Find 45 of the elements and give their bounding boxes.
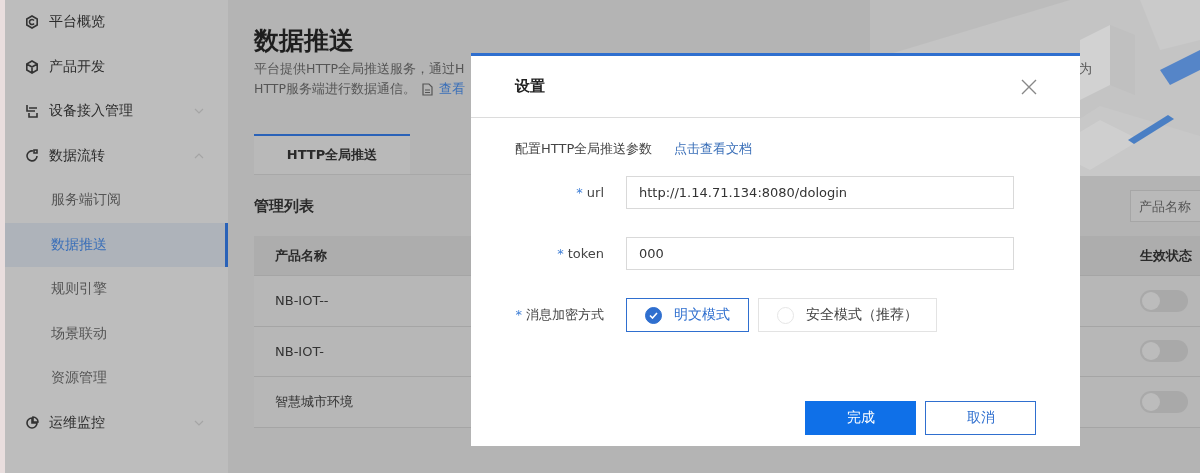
sidebar-subitem[interactable]: 资源管理 <box>5 356 228 401</box>
sidebar-subitem[interactable]: 服务端订阅 <box>5 178 228 223</box>
table-cell: 智慧城市环境 <box>275 392 353 411</box>
list-title: 管理列表 <box>254 196 314 216</box>
sidebar-item[interactable]: 产品开发 <box>5 44 228 89</box>
description-text: HTTP服务端进行数据通信。 <box>254 81 416 98</box>
check-circle-icon <box>645 306 662 324</box>
device-icon <box>25 104 39 119</box>
page-title: 数据推送 <box>254 25 355 57</box>
input-field[interactable]: 000 <box>626 237 1014 270</box>
confirm-button[interactable]: 完成 <box>805 401 916 435</box>
column-header: 产品名称 <box>275 246 328 265</box>
flow-icon <box>25 148 39 163</box>
intro-text: 配置HTTP全局推送参数 <box>515 140 653 158</box>
sidebar-item[interactable]: 平台概览 <box>5 0 228 45</box>
description-text: 为 <box>1079 61 1092 78</box>
table-cell: NB-IOT-- <box>275 293 329 309</box>
radio-option[interactable]: 安全模式（推荐） <box>758 298 937 332</box>
description-text: 平台提供HTTP全局推送服务，通过H <box>254 61 465 78</box>
cancel-button[interactable]: 取消 <box>925 401 1036 435</box>
hexagon-icon <box>25 15 39 30</box>
circle-icon <box>777 306 794 324</box>
sidebar-item[interactable]: 设备接入管理 <box>5 89 228 134</box>
doc-link[interactable]: 点击查看文档 <box>674 140 753 158</box>
sidebar-item[interactable]: 运维监控 <box>5 400 228 445</box>
sidebar-item[interactable]: 数据流转 <box>5 133 228 178</box>
field-label: * url <box>575 185 605 200</box>
field-label: * token <box>556 246 605 261</box>
search-field[interactable]: 产品名称 <box>1130 190 1200 222</box>
field-label: * 消息加密方式 <box>515 306 605 324</box>
column-header: 生效状态 <box>1140 246 1193 265</box>
input-field[interactable]: http://1.14.71.134:8080/dologin <box>626 176 1014 209</box>
document-icon <box>422 83 433 96</box>
dialog-title: 设置 <box>515 77 545 96</box>
close-button[interactable] <box>1020 77 1038 96</box>
chevron-icon <box>194 152 204 159</box>
chevron-icon <box>194 419 204 426</box>
pie-chart-icon <box>25 415 39 430</box>
chevron-icon <box>194 108 204 115</box>
sidebar-subitem[interactable]: 场景联动 <box>5 311 228 356</box>
sidebar-subitem[interactable]: 规则引擎 <box>5 267 228 312</box>
tab[interactable]: HTTP全局推送 <box>254 134 410 174</box>
radio-option[interactable]: 明文模式 <box>626 298 749 332</box>
table-cell: NB-IOT- <box>275 343 324 359</box>
cube-icon <box>25 59 39 74</box>
